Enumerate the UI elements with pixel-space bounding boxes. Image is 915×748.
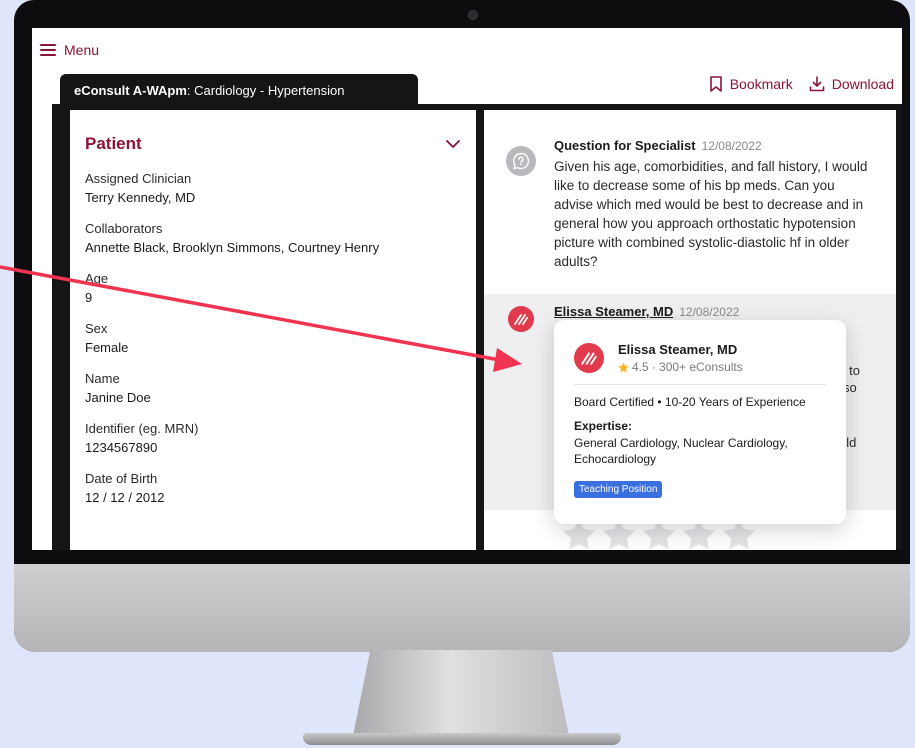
patient-title: Patient (85, 134, 142, 153)
tab-econsult[interactable]: eConsult A-WApm: Cardiology - Hypertensi… (60, 74, 418, 104)
header-actions: Bookmark Download (709, 76, 894, 92)
bookmark-label: Bookmark (729, 76, 793, 92)
question-message: Question for Specialist 12/08/2022 Given … (484, 138, 896, 271)
monitor-stand (353, 650, 569, 736)
bookmark-icon (709, 76, 722, 92)
patient-header[interactable]: Patient (85, 134, 460, 154)
field-collaborators: Collaborators Annette Black, Brooklyn Si… (85, 220, 476, 258)
field-age: Age 9 (85, 270, 476, 308)
consult-count: · 300+ eConsults (651, 360, 743, 374)
field-value: 12 / 12 / 2012 (85, 490, 165, 505)
consult-id: eConsult A-WApm (74, 83, 187, 98)
popover-header: Elissa Steamer, MD 4.5 · 300+ eConsults (574, 342, 826, 385)
specialist-rating: 4.5 · 300+ eConsults (618, 360, 743, 374)
field-value: Female (85, 340, 129, 355)
patient-panel: Patient Assigned Clinician Terry Kennedy… (70, 110, 476, 550)
field-assigned-clinician: Assigned Clinician Terry Kennedy, MD (85, 170, 476, 208)
download-icon (809, 76, 825, 92)
specialist-name: Elissa Steamer, MD (618, 342, 738, 357)
camera-icon (468, 10, 478, 20)
question-icon (506, 146, 536, 176)
question-date: 12/08/2022 (701, 139, 762, 153)
field-label: Name (85, 371, 120, 386)
monitor-base (303, 733, 621, 745)
field-label: Collaborators (85, 221, 163, 236)
monitor-frame: Menu eConsult A-WApm: Cardiology - Hyper… (14, 0, 910, 652)
doctor-logo-icon (508, 306, 534, 332)
question-body: Given his age, comorbidities, and fall h… (554, 159, 868, 269)
consult-specialty: : Cardiology - Hypertension (186, 83, 345, 98)
field-date-of-birth: Date of Birth 12 / 12 / 2012 (85, 470, 476, 508)
bookmark-button[interactable]: Bookmark (709, 76, 793, 92)
field-label: Date of Birth (85, 471, 158, 486)
download-label: Download (831, 76, 894, 92)
field-value: Janine Doe (85, 390, 151, 405)
field-value: Terry Kennedy, MD (85, 190, 196, 205)
teaching-position-badge: Teaching Position (574, 481, 663, 498)
star-icon (618, 362, 629, 372)
specialist-credentials: Board Certified • 10-20 Years of Experie… (574, 395, 806, 409)
expertise-value: General Cardiology, Nuclear Cardiology, … (574, 436, 788, 466)
reply-author-link[interactable]: Elissa Steamer, MD (554, 304, 673, 319)
monitor-chin (14, 564, 910, 652)
field-identifier: Identifier (eg. MRN) 1234567890 (85, 420, 476, 458)
screen: Menu eConsult A-WApm: Cardiology - Hyper… (32, 28, 902, 550)
field-label: Sex (85, 321, 108, 336)
question-author: Question for Specialist (554, 138, 696, 153)
menu-label: Menu (64, 42, 100, 58)
field-value: 9 (85, 290, 93, 305)
field-name: Name Janine Doe (85, 370, 476, 408)
chevron-down-icon[interactable] (446, 139, 460, 149)
reply-header: Elissa Steamer, MD 12/08/2022 (554, 304, 896, 319)
rating-value: 4.5 (632, 360, 649, 374)
field-label: Age (85, 271, 109, 286)
field-label: Identifier (eg. MRN) (85, 421, 199, 436)
download-button[interactable]: Download (809, 76, 894, 92)
field-label: Assigned Clinician (85, 171, 192, 186)
field-value: 1234567890 (85, 440, 158, 455)
question-header: Question for Specialist 12/08/2022 (554, 138, 896, 153)
expertise-label: Expertise: (574, 419, 633, 433)
reply-date: 12/08/2022 (679, 305, 740, 319)
field-sex: Sex Female (85, 320, 476, 358)
hamburger-icon (40, 44, 56, 56)
doctor-logo-icon (574, 343, 604, 373)
menu-button[interactable]: Menu (40, 42, 99, 58)
field-value: Annette Black, Brooklyn Simmons, Courtne… (85, 240, 380, 255)
specialist-popover: Elissa Steamer, MD 4.5 · 300+ eConsults … (554, 320, 846, 524)
